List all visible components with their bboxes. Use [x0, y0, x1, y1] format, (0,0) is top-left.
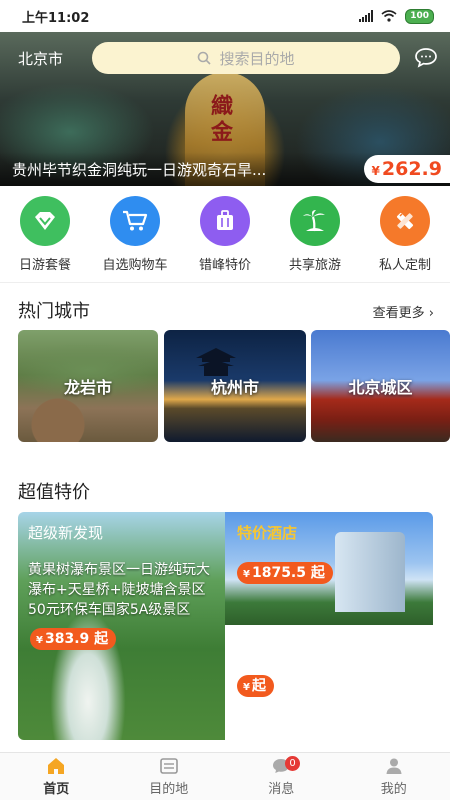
suitcase-icon — [200, 196, 250, 246]
quick-nav-cart[interactable]: 自选购物车 — [90, 196, 180, 276]
pencil-ruler-icon — [380, 196, 430, 246]
banner-price: ¥262.9 — [363, 155, 450, 183]
deal-description: 黄果树瀑布景区一日游纯玩大瀑布+天星桥+陡坡塘含景区50元环保车国家5A级景区 — [28, 562, 210, 618]
status-icons: 100 — [359, 8, 434, 24]
deal-card-waterfall[interactable]: 超级新发现 黄果树瀑布景区一日游纯玩大瀑布+天星桥+陡坡塘含景区50元环保车国家… — [18, 512, 225, 740]
city-card-longyan[interactable]: 龙岩市 — [18, 330, 158, 442]
tab-profile[interactable]: 我的 — [338, 753, 450, 800]
quick-nav-shared-travel[interactable]: 共享旅游 — [270, 196, 360, 276]
city-card-hangzhou[interactable]: 杭州市 — [164, 330, 306, 442]
tab-label: 我的 — [380, 782, 407, 797]
bottom-tab-bar: 首页 目的地 0 消息 我的 — [0, 752, 450, 800]
chevron-right-icon: › — [428, 306, 434, 321]
see-more-link[interactable]: 查看更多 › — [373, 302, 434, 321]
tab-home[interactable]: 首页 — [0, 753, 113, 800]
quick-nav-label: 错峰特价 — [198, 258, 251, 273]
home-icon — [48, 758, 65, 774]
deal-price: ¥ 起 — [237, 675, 274, 697]
deal-tag: 特价酒店 — [237, 524, 298, 542]
deal-card-empty[interactable]: ¥ 起 — [225, 625, 433, 740]
map-icon — [159, 758, 178, 774]
quick-nav-label: 私人定制 — [378, 258, 431, 273]
cart-icon — [110, 196, 160, 246]
tab-destination[interactable]: 目的地 — [113, 753, 226, 800]
banner-caption: 贵州毕节织金洞纯玩一日游观奇石旱... ¥262.9 — [0, 152, 450, 186]
search-placeholder: 搜索目的地 — [219, 49, 295, 68]
city-card-label: 北京城区 — [348, 378, 413, 397]
hot-cities-title: 热门城市 — [18, 301, 90, 322]
quick-nav-label: 自选购物车 — [102, 258, 168, 273]
section-divider — [0, 282, 450, 283]
tab-label: 目的地 — [149, 782, 189, 797]
quick-nav-custom[interactable]: 私人定制 — [360, 196, 450, 276]
deal-price: ¥383.9 起 — [30, 628, 117, 650]
signal-icon — [359, 10, 374, 22]
deals-title: 超值特价 — [18, 482, 90, 503]
deal-price: ¥1875.5 起 — [237, 562, 333, 584]
status-time: 上午11:02 — [22, 10, 90, 26]
tab-label: 首页 — [43, 782, 70, 797]
message-bubble-icon[interactable] — [414, 46, 438, 70]
tab-label: 消息 — [268, 782, 295, 797]
banner-calligraphy: 織金 — [207, 94, 233, 146]
hot-city-list: 龙岩市 杭州市 北京城区 — [18, 330, 450, 442]
banner-title: 贵州毕节织金洞纯玩一日游观奇石旱... — [12, 160, 267, 179]
diamond-icon — [20, 196, 70, 246]
island-icon — [290, 196, 340, 246]
search-icon — [198, 51, 212, 65]
hotel-image — [335, 532, 405, 612]
pagoda-silhouette — [196, 348, 236, 376]
tab-messages[interactable]: 0 消息 — [225, 753, 338, 800]
quick-nav-off-peak[interactable]: 错峰特价 — [180, 196, 270, 276]
city-card-label: 龙岩市 — [63, 378, 112, 397]
battery-icon: 100 — [405, 8, 434, 24]
wifi-icon — [381, 10, 397, 22]
see-more-label: 查看更多 — [372, 306, 425, 321]
message-badge: 0 — [285, 756, 300, 771]
quick-nav-day-tour[interactable]: 日游套餐 — [0, 196, 90, 276]
deal-card-hotel[interactable]: 特价酒店 ¥1875.5 起 — [225, 512, 433, 625]
city-card-beijing[interactable]: 北京城区 — [311, 330, 450, 442]
quick-nav-label: 共享旅游 — [288, 258, 341, 273]
city-selector[interactable]: 北京市 — [18, 48, 63, 69]
hero-banner[interactable]: 織金 北京市 搜索目的地 贵州毕节织金洞纯玩一日游观奇石旱... ¥262.9 — [0, 32, 450, 186]
quick-nav: 日游套餐 自选购物车 错峰特价 共享旅游 私人定制 — [0, 196, 450, 276]
quick-nav-label: 日游套餐 — [18, 258, 71, 273]
status-bar: 上午11:02 100 — [0, 0, 450, 32]
user-icon — [386, 758, 402, 774]
deal-tag: 超级新发现 — [28, 524, 104, 542]
search-input[interactable]: 搜索目的地 — [92, 42, 400, 74]
